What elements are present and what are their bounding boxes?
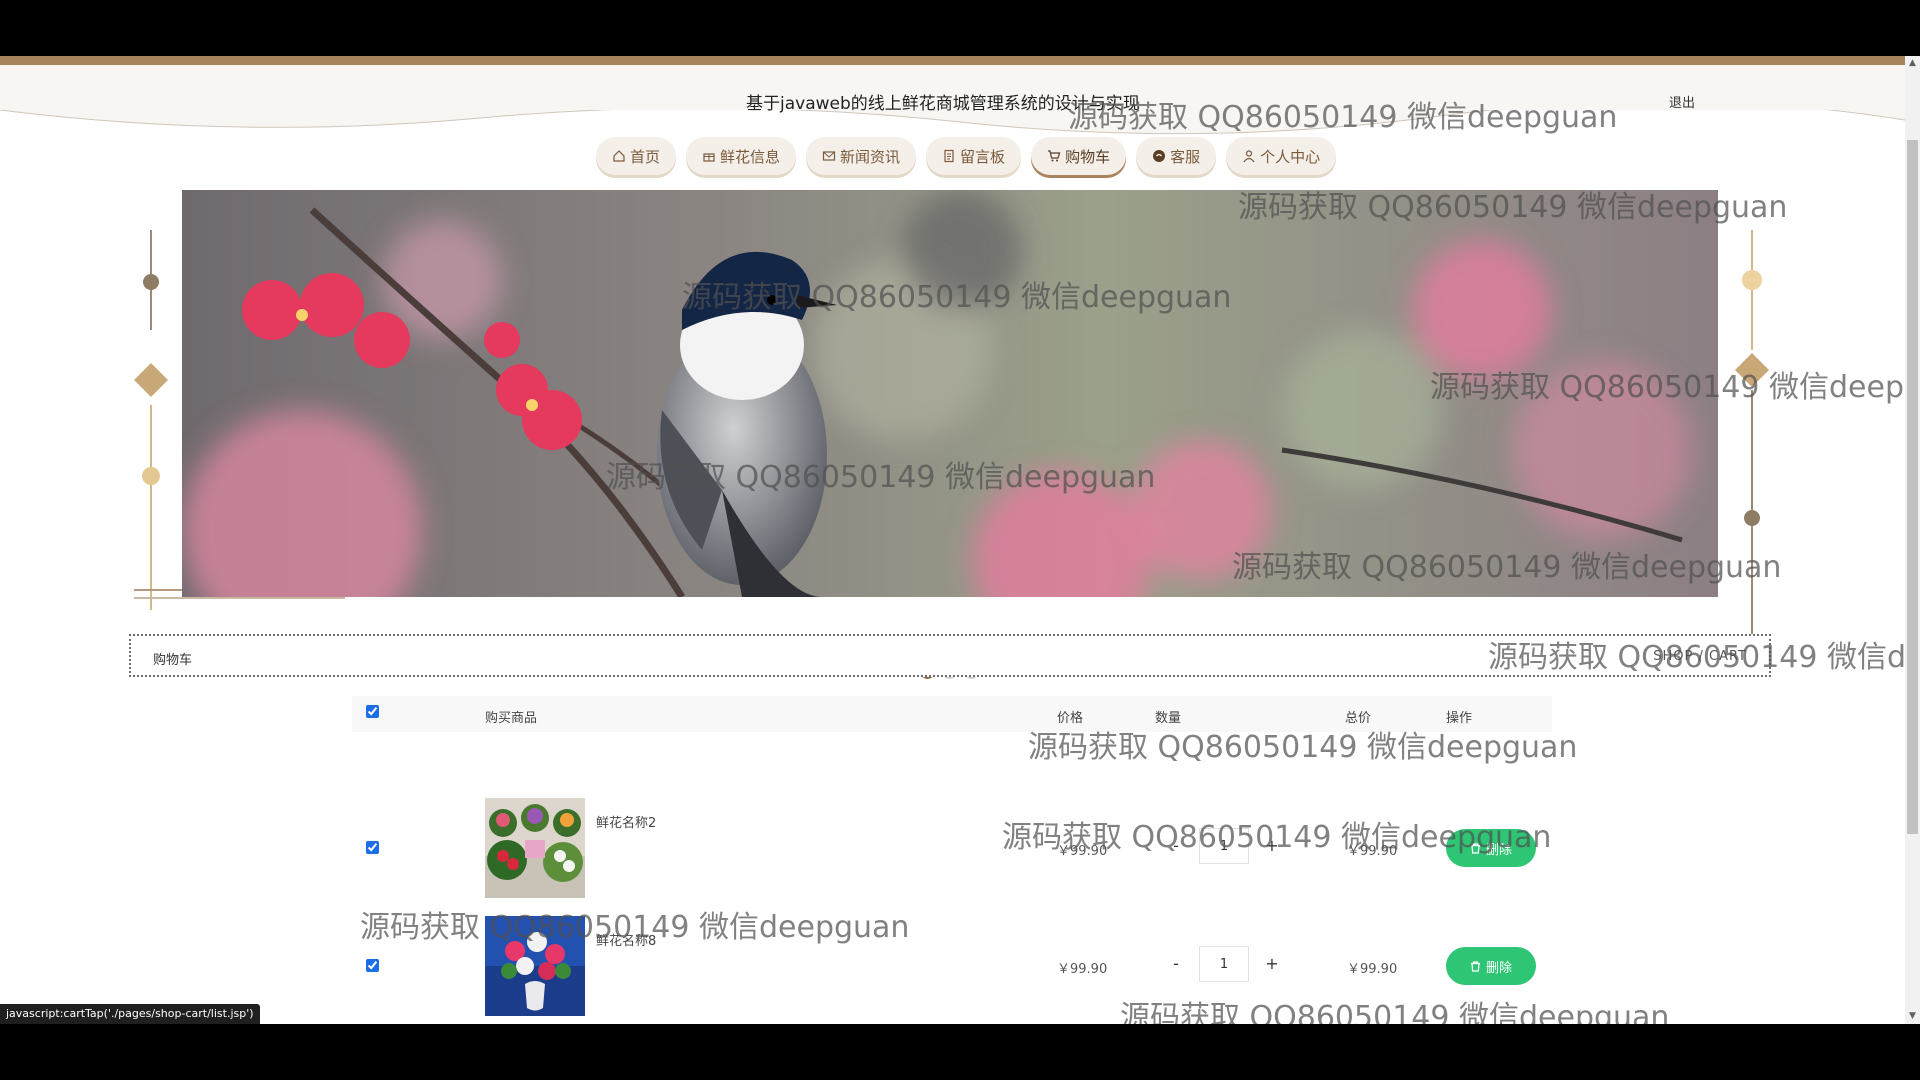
right-ornament-decoration xyxy=(1735,230,1769,670)
scroll-up-arrow-icon[interactable]: ▲ xyxy=(1908,59,1917,68)
note-icon xyxy=(944,149,954,163)
logout-link[interactable]: 退出 xyxy=(1669,92,1695,111)
quantity-increase-button[interactable]: + xyxy=(1262,954,1282,973)
product-name[interactable]: 鲜花名称8 xyxy=(596,930,656,949)
delete-button[interactable]: 删除 xyxy=(1446,829,1536,867)
section-subtitle: SHOP / CART xyxy=(1653,649,1747,664)
home-icon xyxy=(613,150,625,162)
nav-item-service[interactable]: 客服 xyxy=(1136,137,1217,175)
header-action: 操作 xyxy=(1446,711,1473,726)
cart-header-row: 购买商品 价格 数量 总价 操作 xyxy=(352,696,1552,732)
cart-icon xyxy=(1048,150,1061,162)
nav-item-label: 鲜花信息 xyxy=(720,147,781,166)
nav-item-label: 新闻资讯 xyxy=(840,147,901,166)
cart-row: 鲜花名称8 ￥99.90 - + ￥99.90 删除 xyxy=(352,916,1552,1016)
select-all-checkbox-wrap xyxy=(366,705,379,722)
scroll-down-arrow-icon[interactable]: ▼ xyxy=(1908,1012,1917,1021)
header-price: 价格 xyxy=(1057,711,1084,726)
page-scrollbar[interactable]: ▲ ▼ xyxy=(1905,56,1920,1024)
nav-item-label: 购物车 xyxy=(1065,147,1111,166)
product-total: ￥99.90 xyxy=(1347,844,1398,859)
banner-slide-image[interactable] xyxy=(182,190,1718,597)
nav-item-news[interactable]: 新闻资讯 xyxy=(806,137,917,175)
flower-vase-image xyxy=(485,916,585,1016)
item-checkbox[interactable] xyxy=(366,959,379,972)
nav-item-cart[interactable]: 购物车 xyxy=(1031,137,1127,175)
product-thumbnail[interactable] xyxy=(485,916,585,1016)
chat-icon xyxy=(1153,150,1166,162)
header-product: 购买商品 xyxy=(485,711,538,726)
link-status-bar: javascript:cartTap('./pages/shop-cart/li… xyxy=(0,1004,260,1024)
product-price: ￥99.90 xyxy=(1057,844,1108,859)
quantity-increase-button[interactable]: + xyxy=(1262,836,1282,855)
header-total: 总价 xyxy=(1345,711,1372,726)
section-title-bar: 购物车 SHOP / CART xyxy=(129,634,1771,677)
gift-icon xyxy=(703,153,715,162)
top-accent-stripe xyxy=(0,56,1905,65)
product-name[interactable]: 鲜花名称2 xyxy=(596,812,656,831)
site-title: 基于javaweb的线上鲜花商城管理系统的设计与实现 xyxy=(746,94,1140,114)
bird-on-blossom-illustration xyxy=(182,190,1718,597)
banner-area xyxy=(0,190,1905,690)
site-header: 基于javaweb的线上鲜花商城管理系统的设计与实现 退出 首页 鲜花信息 新闻… xyxy=(0,65,1905,200)
product-price: ￥99.90 xyxy=(1057,962,1108,977)
delete-button[interactable]: 删除 xyxy=(1446,947,1536,985)
flower-pots-image xyxy=(485,798,585,898)
quantity-input[interactable] xyxy=(1199,828,1249,864)
quantity-decrease-button[interactable]: - xyxy=(1166,836,1186,855)
product-thumbnail[interactable] xyxy=(485,798,585,898)
select-all-checkbox[interactable] xyxy=(366,705,379,718)
nav-item-personal-center[interactable]: 个人中心 xyxy=(1226,137,1337,175)
main-nav: 首页 鲜花信息 新闻资讯 留言板 购物车 客服 个人中心 xyxy=(596,137,1337,175)
nav-item-label: 个人中心 xyxy=(1260,147,1321,166)
screen: 基于javaweb的线上鲜花商城管理系统的设计与实现 退出 首页 鲜花信息 新闻… xyxy=(0,0,1920,1080)
user-icon xyxy=(1243,150,1255,163)
nav-item-message-board[interactable]: 留言板 xyxy=(926,137,1022,175)
header-quantity: 数量 xyxy=(1155,711,1182,726)
quantity-input[interactable] xyxy=(1199,946,1249,982)
nav-item-flowers[interactable]: 鲜花信息 xyxy=(686,137,797,175)
section-title: 购物车 xyxy=(153,653,193,668)
nav-item-label: 首页 xyxy=(630,147,661,166)
nav-item-label: 客服 xyxy=(1170,147,1201,166)
quantity-decrease-button[interactable]: - xyxy=(1166,954,1186,973)
mail-icon xyxy=(822,151,836,161)
delete-label: 删除 xyxy=(1485,960,1512,976)
nav-item-home[interactable]: 首页 xyxy=(596,137,677,175)
trash-icon xyxy=(1470,960,1480,972)
trash-icon xyxy=(1470,842,1480,854)
cart-row: 鲜花名称2 ￥99.90 - + ￥99.90 删除 xyxy=(352,798,1552,898)
product-total: ￥99.90 xyxy=(1347,962,1398,977)
browser-viewport: 基于javaweb的线上鲜花商城管理系统的设计与实现 退出 首页 鲜花信息 新闻… xyxy=(0,56,1920,1024)
item-checkbox[interactable] xyxy=(366,841,379,854)
scrollbar-thumb[interactable] xyxy=(1907,140,1918,834)
nav-item-label: 留言板 xyxy=(960,147,1006,166)
delete-label: 删除 xyxy=(1485,842,1512,858)
